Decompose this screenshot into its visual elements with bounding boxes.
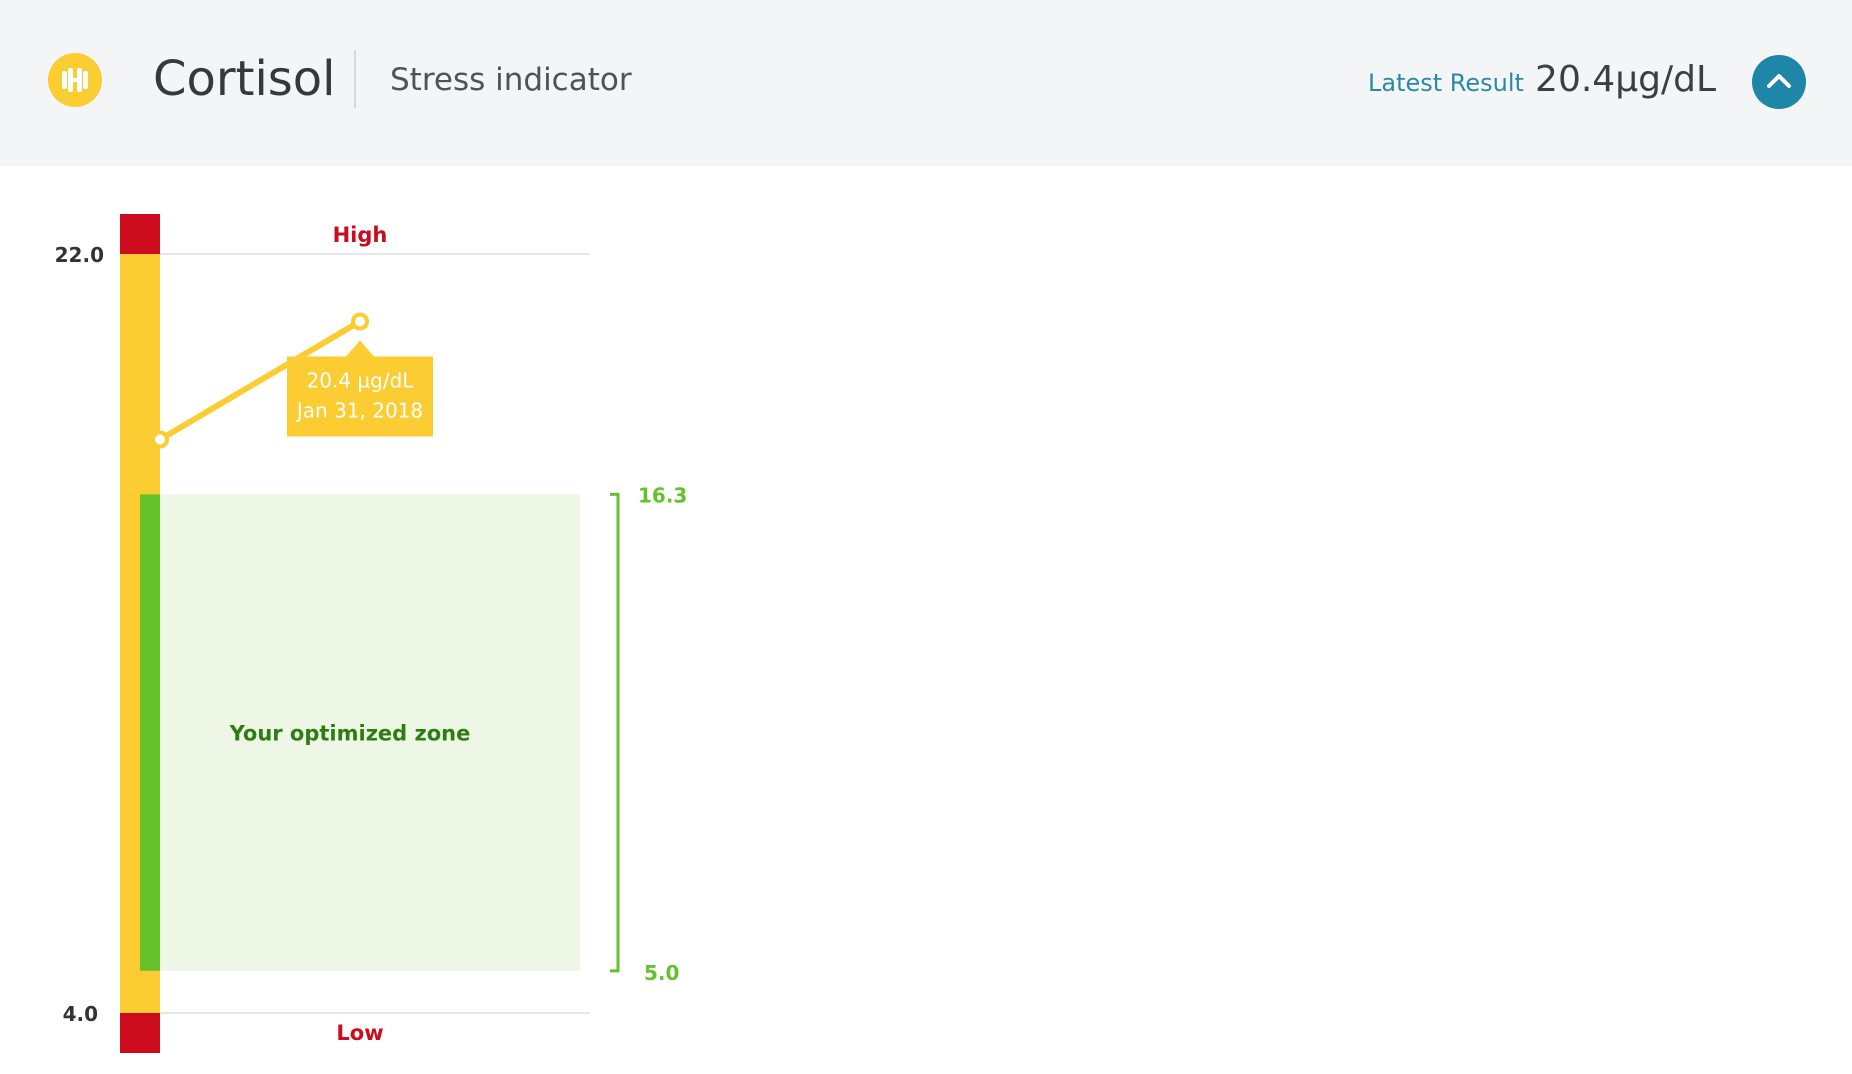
optimal-low-label: 5.0 bbox=[644, 961, 679, 985]
y-tick-label: 22.0 bbox=[55, 243, 104, 267]
optimal-zone-label: Your optimized zone bbox=[229, 722, 471, 746]
result-point[interactable] bbox=[151, 430, 169, 449]
latest-result-label: Latest Result bbox=[1368, 69, 1524, 97]
optimal-zone-bar bbox=[140, 494, 160, 971]
chevron-up-icon bbox=[1767, 74, 1791, 88]
biomarker-header: Cortisol Stress indicator Latest Result … bbox=[0, 0, 1852, 166]
page-subtitle: Stress indicator bbox=[390, 62, 632, 98]
chart-canvas: 22.0 4.0 High Low 16.3 5.0 Your optimized zone… bbox=[55, 214, 687, 1053]
optimal-high-label: 16.3 bbox=[638, 483, 687, 507]
high-label: High bbox=[333, 223, 388, 247]
tooltip-date: Jan 31, 2018 bbox=[295, 398, 423, 422]
tooltip-value: 20.4 µg/dL bbox=[307, 368, 415, 392]
collapse-button[interactable] bbox=[1752, 55, 1806, 109]
latest-result: Latest Result 20.4µg/dL bbox=[1368, 58, 1716, 108]
optimal-range-bracket bbox=[610, 492, 620, 973]
low-zone-bar bbox=[120, 1013, 160, 1053]
y-tick-label: 4.0 bbox=[63, 1002, 98, 1026]
latest-result-value: 20.4µg/dL bbox=[1535, 59, 1716, 100]
page-title: Cortisol bbox=[153, 51, 336, 107]
result-point[interactable] bbox=[351, 312, 369, 331]
high-zone-bar bbox=[120, 214, 160, 254]
cortisol-chart: 22.0 4.0 High Low 16.3 5.0 Your optimized zone… bbox=[0, 166, 1852, 1074]
low-label: Low bbox=[336, 1021, 383, 1045]
dumbbell-icon bbox=[48, 53, 102, 107]
header-divider bbox=[354, 50, 356, 108]
